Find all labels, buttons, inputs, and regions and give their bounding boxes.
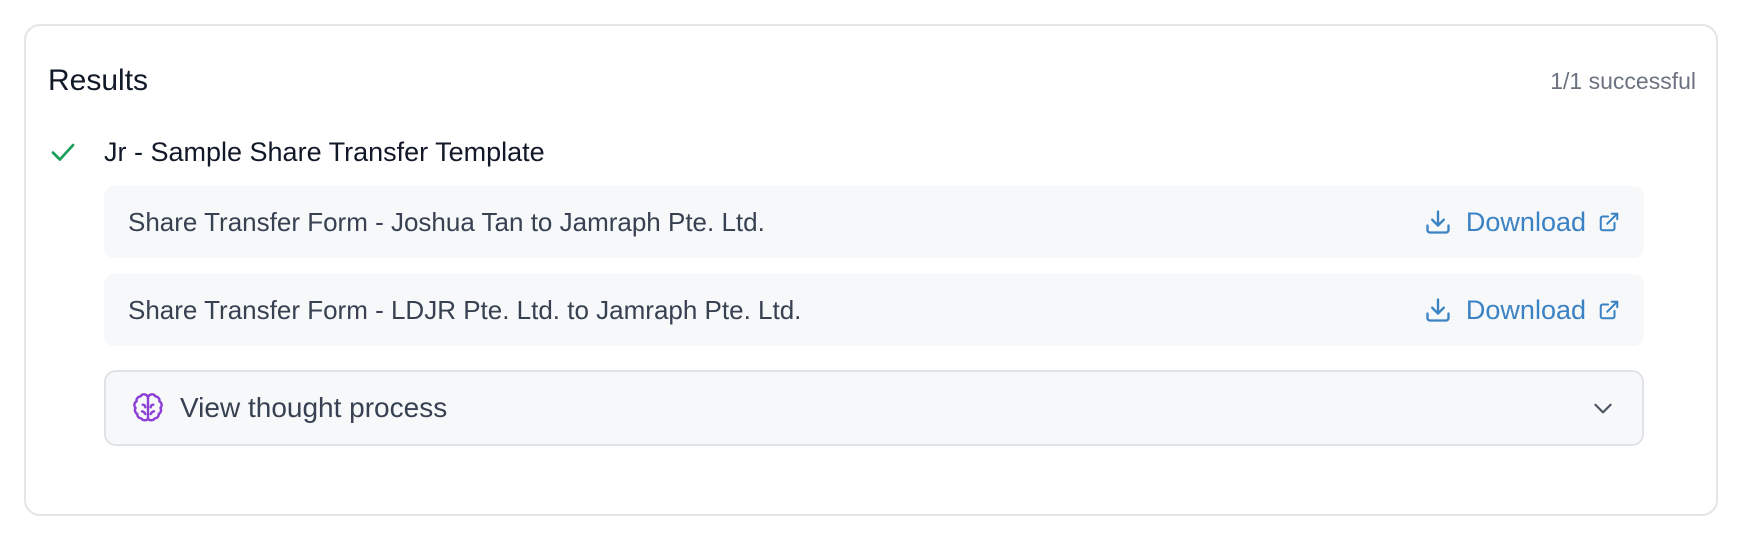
file-name: Share Transfer Form - LDJR Pte. Ltd. to … <box>128 294 802 325</box>
results-title: Results <box>48 64 149 97</box>
results-header: Results 1/1 successful <box>48 56 1696 106</box>
thought-process-label: View thought process <box>180 392 448 423</box>
download-link[interactable]: Download <box>1424 207 1620 238</box>
thought-process-header: View thought process <box>132 392 447 424</box>
template-name: Jr - Sample Share Transfer Template <box>104 136 545 167</box>
thought-process-toggle[interactable]: View thought process <box>104 370 1644 446</box>
download-icon <box>1424 296 1452 324</box>
file-name: Share Transfer Form - Joshua Tan to Jamr… <box>128 206 765 237</box>
external-link-icon <box>1598 211 1620 233</box>
results-count: 1/1 successful <box>1550 67 1696 94</box>
download-label: Download <box>1465 294 1586 325</box>
file-row: Share Transfer Form - Joshua Tan to Jamr… <box>104 186 1644 258</box>
download-icon <box>1424 208 1452 236</box>
download-link[interactable]: Download <box>1424 295 1620 326</box>
template-row: Jr - Sample Share Transfer Template <box>48 126 545 178</box>
file-row: Share Transfer Form - LDJR Pte. Ltd. to … <box>104 274 1644 346</box>
chevron-down-icon <box>1590 395 1616 421</box>
external-link-icon <box>1598 299 1620 321</box>
download-label: Download <box>1465 206 1586 237</box>
check-icon <box>48 137 78 167</box>
brain-icon <box>132 392 164 424</box>
